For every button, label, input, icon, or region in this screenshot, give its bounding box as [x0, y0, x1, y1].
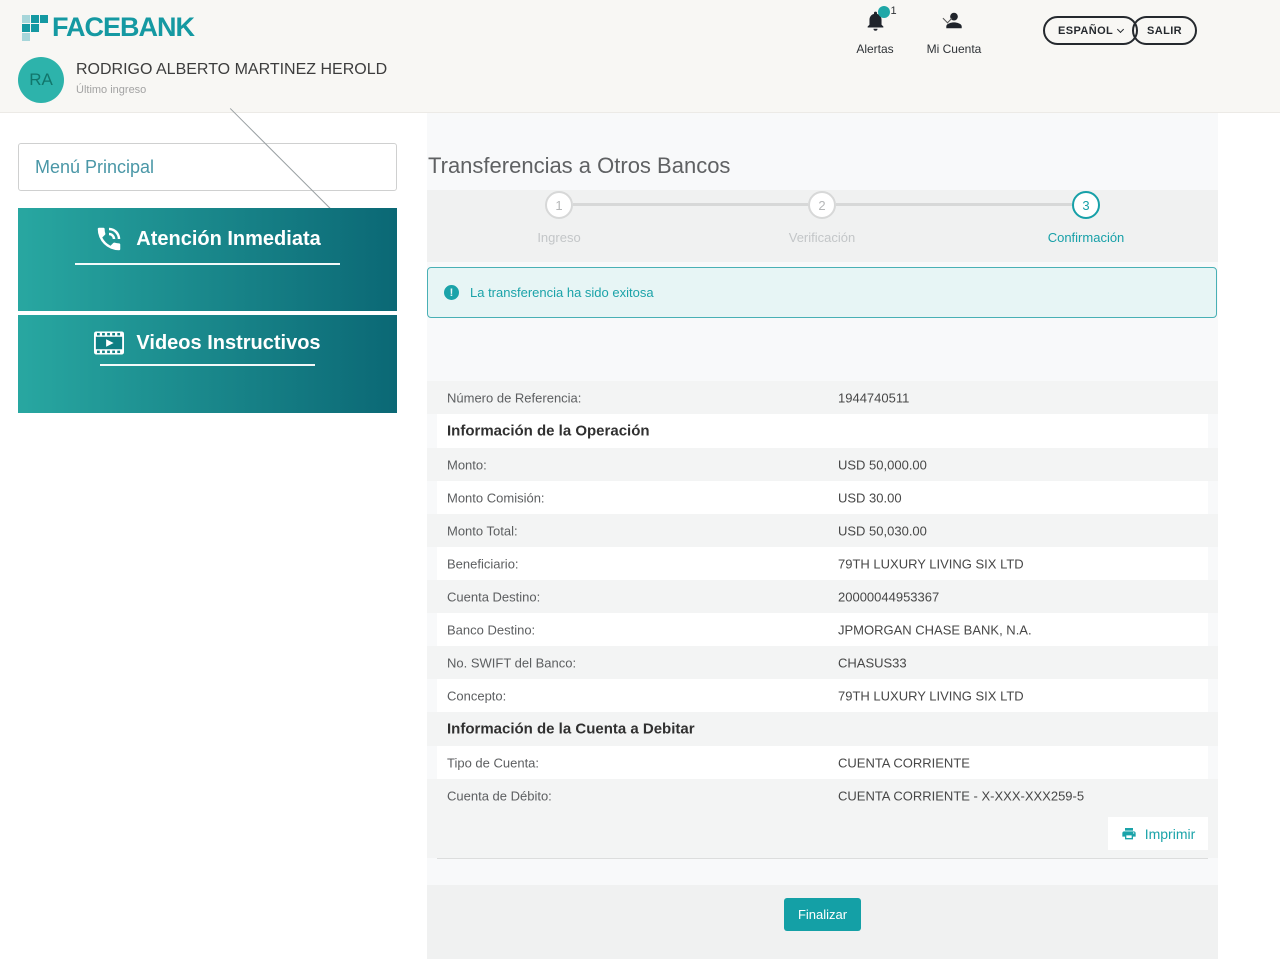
row-value: 1944740511: [838, 390, 910, 405]
underline: [100, 364, 315, 366]
stepper-line: [573, 203, 808, 206]
avatar: RA: [18, 57, 64, 103]
row-label: No. SWIFT del Banco:: [447, 655, 577, 670]
table-row: Banco Destino: JPMORGAN CHASE BANK, N.A.: [437, 613, 1208, 646]
print-button[interactable]: Imprimir: [1108, 817, 1208, 850]
row-label: Número de Referencia:: [447, 390, 582, 405]
row-value: JPMORGAN CHASE BANK, N.A.: [838, 622, 1032, 637]
table-row: Beneficiario: 79TH LUXURY LIVING SIX LTD: [437, 547, 1208, 580]
step-circle: 2: [808, 191, 836, 219]
table-row: Cuenta Destino: 20000044953367: [427, 580, 1218, 613]
brand-logo[interactable]: FACEBANK: [22, 12, 195, 43]
table-row: Monto Comisión: USD 30.00: [437, 481, 1208, 514]
row-label: Cuenta Destino:: [447, 589, 541, 604]
alerts-button[interactable]: 1 Alertas: [840, 5, 910, 56]
bottom-band: Finalizar: [427, 885, 1218, 959]
alert-badge-count: 1: [890, 5, 897, 17]
logout-button[interactable]: SALIR: [1132, 16, 1197, 45]
step-circle: 3: [1072, 191, 1100, 219]
info-icon: !: [444, 285, 459, 300]
page-title: Transferencias a Otros Bancos: [428, 153, 731, 178]
row-label: Concepto:: [447, 688, 507, 703]
underline: [75, 263, 340, 265]
row-value: CUENTA CORRIENTE: [838, 755, 970, 770]
step-label: Verificación: [788, 230, 856, 245]
row-value: 79TH LUXURY LIVING SIX LTD: [838, 556, 1024, 571]
main-content: Transferencias a Otros Bancos 1 Ingreso 2 V…: [427, 113, 1218, 959]
videos-instructivos-label: Videos Instructivos: [136, 331, 321, 354]
step-label: Confirmación: [1047, 230, 1125, 245]
stepper-line: [836, 203, 1072, 206]
print-band: Imprimir: [427, 810, 1218, 858]
row-value: USD 50,000.00: [838, 457, 927, 472]
section-row: Información de la Operación: [437, 414, 1208, 448]
language-button[interactable]: ESPAÑOL: [1043, 16, 1139, 45]
row-label: Monto Total:: [447, 523, 518, 538]
section-title: Información de la Operación: [447, 422, 650, 440]
videos-instructivos-button[interactable]: Videos Instructivos: [18, 315, 397, 413]
row-label: Monto Comisión:: [447, 490, 545, 505]
row-label: Cuenta de Débito:: [447, 788, 552, 803]
atencion-inmediata-label: Atención Inmediata: [136, 227, 321, 250]
row-value: 79TH LUXURY LIVING SIX LTD: [838, 688, 1024, 703]
success-alert: ! La transferencia ha sido exitosa: [427, 267, 1217, 318]
row-label: Beneficiario:: [447, 556, 519, 571]
details-table: Número de Referencia: 1944740511 Informaci…: [427, 381, 1218, 812]
last-login-label: Último ingreso: [76, 84, 147, 96]
divider: [437, 858, 1208, 859]
table-row: Concepto: 79TH LUXURY LIVING SIX LTD: [437, 679, 1208, 712]
language-label: ESPAÑOL: [1058, 24, 1114, 37]
header: FACEBANK 1 Alertas Mi Cuenta ESPAÑOL SAL…: [0, 0, 1280, 113]
brand-name: FACEBANK: [52, 12, 195, 42]
row-value: USD 50,030.00: [838, 523, 927, 538]
main-menu-select[interactable]: Menú Principal: [18, 103, 397, 231]
print-label: Imprimir: [1144, 825, 1196, 842]
step-label: Ingreso: [537, 230, 581, 245]
row-label: Banco Destino:: [447, 622, 536, 637]
row-label: Tipo de Cuenta:: [447, 755, 540, 770]
table-row: Tipo de Cuenta: CUENTA CORRIENTE: [437, 746, 1208, 779]
row-value: CUENTA CORRIENTE - X-XXX-XXX259-5: [838, 788, 1085, 803]
table-row: No. SWIFT del Banco: CHASUS33: [427, 646, 1218, 679]
video-icon: [94, 331, 125, 355]
phone-icon: [98, 227, 121, 251]
alert-text: La transferencia ha sido exitosa: [470, 285, 654, 300]
printer-icon: [1122, 827, 1136, 839]
row-value: 20000044953367: [838, 589, 940, 604]
section-title: Información de la Cuenta a Debitar: [447, 720, 695, 738]
user-name: RODRIGO ALBERTO MARTINEZ HEROLD: [76, 61, 388, 78]
row-value: CHASUS33: [838, 655, 907, 670]
alerts-label: Alertas: [856, 42, 894, 56]
row-value: USD 30.00: [838, 490, 902, 505]
step-circle: 1: [545, 191, 573, 219]
row-label: Monto:: [447, 457, 487, 472]
table-row: Monto Total: USD 50,030.00: [427, 514, 1218, 547]
account-label: Mi Cuenta: [926, 42, 982, 56]
logout-label: SALIR: [1147, 24, 1182, 37]
finalize-button[interactable]: Finalizar: [783, 898, 862, 931]
table-row: Número de Referencia: 1944740511: [427, 381, 1218, 414]
main-menu-label: Menú Principal: [35, 156, 155, 177]
chevron-down-icon: [1117, 25, 1125, 33]
stepper: 1 Ingreso 2 Verificación 3 Confirmación: [427, 190, 1218, 262]
account-menu[interactable]: Mi Cuenta: [912, 9, 996, 56]
table-row: Cuenta de Débito: CUENTA CORRIENTE - X-XX…: [427, 779, 1218, 812]
brand-icon: [22, 14, 48, 41]
table-row: Monto: USD 50,000.00: [427, 448, 1218, 481]
atencion-inmediata-button[interactable]: Atención Inmediata: [18, 208, 397, 311]
page: FACEBANK 1 Alertas Mi Cuenta ESPAÑOL SAL…: [0, 0, 1280, 959]
section-row: Información de la Cuenta a Debitar: [427, 712, 1218, 746]
alert-badge-dot: [877, 6, 890, 18]
